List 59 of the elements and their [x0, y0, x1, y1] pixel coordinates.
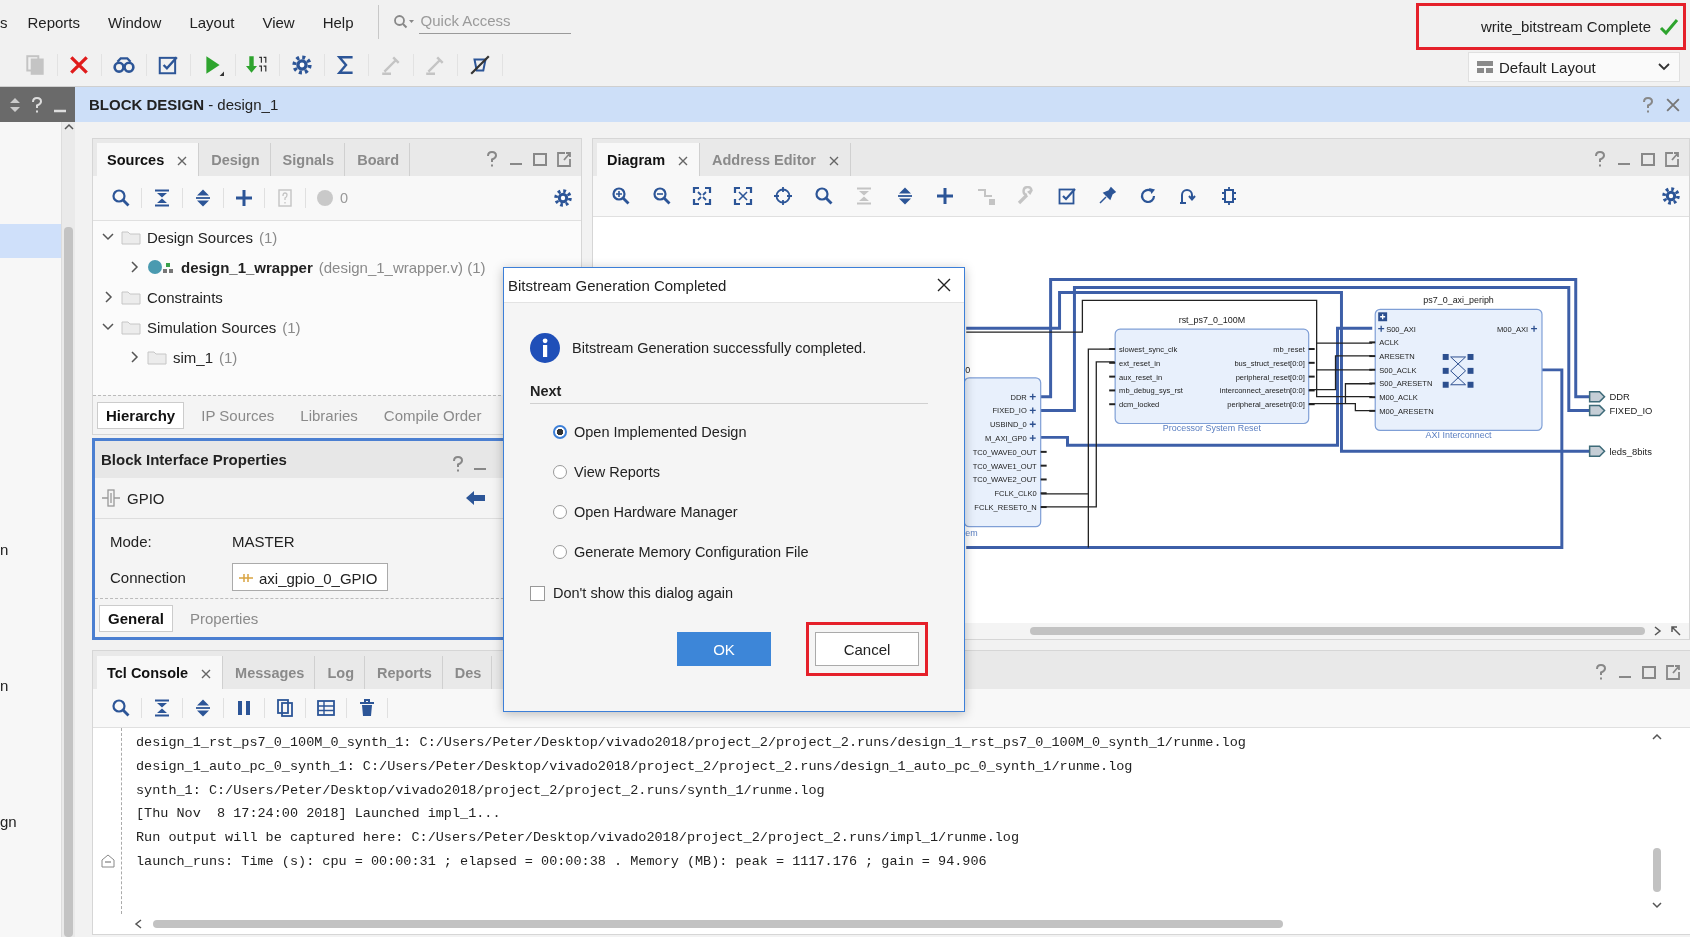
view-tab[interactable]: Hierarchy — [97, 401, 185, 429]
log-line: synth_1: C:/Users/Peter/Desktop/vivado2018/project_2/project_2.runs/synth_1/runme.log — [135, 782, 825, 798]
section-heading: Next — [530, 383, 928, 404]
block-title: ps7_0_axi_periph — [1423, 295, 1494, 306]
panel-title: Block Interface Properties — [101, 451, 287, 468]
block-type-label: Processor System Reset — [1162, 423, 1261, 434]
menu-item[interactable]: Reports — [13, 13, 95, 31]
editor-title: BLOCK DESIGN - design_1 — [89, 96, 280, 113]
menu-item[interactable]: Window — [94, 13, 176, 31]
tree-item-detail: (1) — [219, 348, 238, 366]
field-value: MASTER — [232, 532, 295, 550]
quick-access-field[interactable]: Quick Access — [418, 10, 571, 35]
block-type-label: AXI Interconnect — [1425, 430, 1492, 441]
interface-name: GPIO — [127, 489, 165, 507]
log-line: design_1_auto_pc_0_synth_1: C:/Users/Peter/Desktop/vivado2018/project_2/project_2.runs/design_1_auto_pc_0_synth_1/runme.log — [135, 759, 1133, 775]
block-title: 0 — [965, 364, 971, 375]
log-line: launch_runs: Time (s): cpu = 00:00:31 ; elapsed = 00:00:38 . Memory (MB): peak = 1117.176 ; gain = 94.906 — [135, 853, 987, 869]
issue-count: 0 — [340, 190, 349, 206]
field-label: Connection — [110, 568, 187, 586]
tree-item-detail: (1) — [258, 228, 278, 246]
panel-tab[interactable]: Sources — [97, 143, 200, 176]
radio-option[interactable]: Generate Memory Configuration File — [553, 532, 928, 572]
log-line: [Thu Nov 8 17:24:00 2018] Launched impl_1... — [135, 806, 501, 822]
tree-item[interactable]: Constraints — [147, 288, 223, 306]
tree-item-detail: (1) — [282, 318, 301, 336]
tree-item[interactable]: design_1_wrapper — [181, 258, 313, 276]
dialog-message: Bitstream Generation successfully completed. — [572, 340, 867, 356]
port-label: FIXED_IO — [1609, 405, 1653, 417]
port-label: DDR — [1609, 391, 1630, 403]
dialog-button[interactable]: Cancel — [815, 632, 919, 666]
radio-option[interactable]: Open Hardware Manager — [553, 492, 928, 532]
panel-tab[interactable]: Tcl Console — [97, 656, 224, 689]
menu-item[interactable]: Layout — [175, 13, 249, 31]
menu-item[interactable]: Help — [308, 13, 368, 31]
field-label: Mode: — [110, 532, 153, 550]
radio-option[interactable]: Open Implemented Design — [553, 412, 928, 452]
port-label: leds_8bits — [1609, 445, 1652, 457]
view-tab[interactable]: General — [99, 604, 173, 632]
menu-item[interactable]: s — [0, 13, 14, 31]
menu-item[interactable]: View — [248, 13, 309, 31]
tree-item-detail: (design_1_wrapper.v) (1) — [318, 258, 486, 276]
dialog-button[interactable]: OK — [677, 632, 771, 666]
block-type-label: em — [965, 527, 978, 538]
connection-field[interactable]: axi_gpio_0_GPIO — [232, 563, 389, 591]
list-row[interactable]: n — [0, 533, 62, 567]
log-line: Run output will be captured here: C:/Users/Peter/Desktop/vivado2018/project_2/project_2.runs/impl_1/runme.log — [135, 830, 1020, 846]
log-line: design_1_rst_ps7_0_100M_0_synth_1: C:/Users/Peter/Desktop/vivado2018/project_2/project_2.runs/design_1_rst_ps7_0_100M_0_synth_1/runme.log — [135, 735, 1246, 751]
status-text: write_bitstream Complete — [1480, 18, 1651, 35]
radio-option[interactable]: View Reports — [553, 452, 928, 492]
block-title: rst_ps7_0_100M — [1178, 315, 1246, 326]
list-row[interactable]: gn — [0, 805, 62, 839]
tree-item[interactable]: Design Sources — [147, 228, 253, 246]
tree-item[interactable]: sim_1 — [173, 348, 213, 366]
panel-tab[interactable]: Diagram — [597, 143, 701, 176]
dialog-title: Bitstream Generation Completed — [508, 276, 727, 294]
list-row[interactable]: n — [0, 669, 62, 703]
tree-item[interactable]: Simulation Sources — [147, 318, 277, 336]
layout-dropdown[interactable]: Default Layout — [1468, 52, 1680, 82]
checkbox-option[interactable]: Don't show this dialog again — [530, 585, 928, 601]
